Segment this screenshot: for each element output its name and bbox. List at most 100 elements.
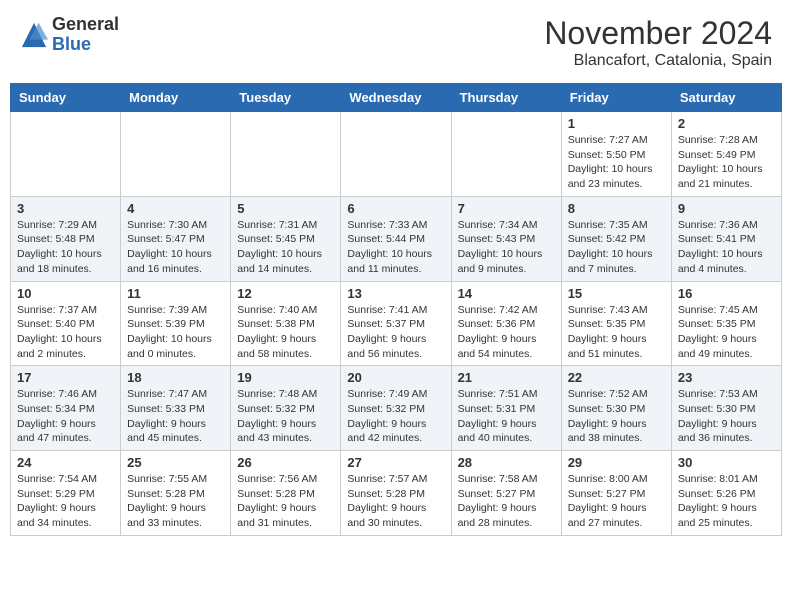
day-info: Sunrise: 7:28 AM Sunset: 5:49 PM Dayligh… [678, 133, 775, 192]
calendar-cell: 9Sunrise: 7:36 AM Sunset: 5:41 PM Daylig… [671, 196, 781, 281]
day-info: Sunrise: 7:58 AM Sunset: 5:27 PM Dayligh… [458, 472, 555, 531]
day-number: 23 [678, 370, 775, 385]
day-info: Sunrise: 7:36 AM Sunset: 5:41 PM Dayligh… [678, 218, 775, 277]
calendar-cell: 18 Sunrise: 7:47 AM Sunset: 5:33 PM Dayli… [121, 366, 231, 451]
calendar-cell: 4 Sunrise: 7:30 AM Sunset: 5:47 PM Daylig… [121, 196, 231, 281]
week-row-4: 17Sunrise: 7:46 AM Sunset: 5:34 PM Dayli… [11, 366, 782, 451]
calendar-cell: 6Sunrise: 7:33 AM Sunset: 5:44 PM Daylig… [341, 196, 451, 281]
calendar-cell: 5 Sunrise: 7:31 AM Sunset: 5:45 PM Daylig… [231, 196, 341, 281]
calendar-cell [121, 112, 231, 197]
day-info: Sunrise: 7:57 AM Sunset: 5:28 PM Dayligh… [347, 472, 444, 531]
day-info: Sunrise: 7:34 AM Sunset: 5:43 PM Dayligh… [458, 218, 555, 277]
day-info: Sunrise: 7:55 AM Sunset: 5:28 PM Dayligh… [127, 472, 224, 531]
day-info: Sunrise: 7:35 AM Sunset: 5:42 PM Dayligh… [568, 218, 665, 277]
day-number: 18 [127, 370, 224, 385]
calendar-cell: 22Sunrise: 7:52 AM Sunset: 5:30 PM Dayli… [561, 366, 671, 451]
month-title: November 2024 [544, 15, 772, 52]
day-info: Sunrise: 7:39 AM Sunset: 5:39 PM Dayligh… [127, 303, 224, 362]
day-number: 15 [568, 286, 665, 301]
logo-blue-text: Blue [52, 35, 119, 55]
day-info: Sunrise: 7:48 AM Sunset: 5:32 PM Dayligh… [237, 387, 334, 446]
day-number: 12 [237, 286, 334, 301]
calendar-cell: 28 Sunrise: 7:58 AM Sunset: 5:27 PM Dayli… [451, 451, 561, 536]
day-number: 24 [17, 455, 114, 470]
header-friday: Friday [561, 84, 671, 112]
day-info: Sunrise: 7:53 AM Sunset: 5:30 PM Dayligh… [678, 387, 775, 446]
day-info: Sunrise: 7:47 AM Sunset: 5:33 PM Dayligh… [127, 387, 224, 446]
week-row-5: 24 Sunrise: 7:54 AM Sunset: 5:29 PM Dayli… [11, 451, 782, 536]
calendar-cell: 10 Sunrise: 7:37 AM Sunset: 5:40 PM Dayli… [11, 281, 121, 366]
logo: General Blue [20, 15, 119, 55]
day-number: 4 [127, 201, 224, 216]
day-number: 28 [458, 455, 555, 470]
day-number: 3 [17, 201, 114, 216]
day-number: 20 [347, 370, 444, 385]
calendar-cell: 19Sunrise: 7:48 AM Sunset: 5:32 PM Dayli… [231, 366, 341, 451]
day-info: Sunrise: 8:00 AM Sunset: 5:27 PM Dayligh… [568, 472, 665, 531]
calendar-cell: 15Sunrise: 7:43 AM Sunset: 5:35 PM Dayli… [561, 281, 671, 366]
title-area: November 2024 Blancafort, Catalonia, Spa… [544, 15, 772, 70]
day-number: 26 [237, 455, 334, 470]
day-number: 8 [568, 201, 665, 216]
calendar-cell: 13Sunrise: 7:41 AM Sunset: 5:37 PM Dayli… [341, 281, 451, 366]
calendar-cell: 20 Sunrise: 7:49 AM Sunset: 5:32 PM Dayli… [341, 366, 451, 451]
day-info: Sunrise: 7:45 AM Sunset: 5:35 PM Dayligh… [678, 303, 775, 362]
header: General Blue November 2024 Blancafort, C… [10, 10, 782, 75]
calendar-cell: 30 Sunrise: 8:01 AM Sunset: 5:26 PM Dayli… [671, 451, 781, 536]
calendar-cell: 27 Sunrise: 7:57 AM Sunset: 5:28 PM Dayli… [341, 451, 451, 536]
calendar-cell: 23 Sunrise: 7:53 AM Sunset: 5:30 PM Dayli… [671, 366, 781, 451]
day-info: Sunrise: 7:46 AM Sunset: 5:34 PM Dayligh… [17, 387, 114, 446]
day-info: Sunrise: 7:30 AM Sunset: 5:47 PM Dayligh… [127, 218, 224, 277]
day-number: 30 [678, 455, 775, 470]
logo-text: General Blue [52, 15, 119, 55]
calendar-cell: 12 Sunrise: 7:40 AM Sunset: 5:38 PM Dayli… [231, 281, 341, 366]
calendar-cell: 29 Sunrise: 8:00 AM Sunset: 5:27 PM Dayli… [561, 451, 671, 536]
day-info: Sunrise: 7:29 AM Sunset: 5:48 PM Dayligh… [17, 218, 114, 277]
day-number: 29 [568, 455, 665, 470]
calendar-cell: 2 Sunrise: 7:28 AM Sunset: 5:49 PM Daylig… [671, 112, 781, 197]
logo-general-text: General [52, 15, 119, 35]
calendar-cell: 1Sunrise: 7:27 AM Sunset: 5:50 PM Daylig… [561, 112, 671, 197]
calendar-cell [11, 112, 121, 197]
day-info: Sunrise: 7:56 AM Sunset: 5:28 PM Dayligh… [237, 472, 334, 531]
calendar-cell: 26 Sunrise: 7:56 AM Sunset: 5:28 PM Dayli… [231, 451, 341, 536]
calendar-header-row: Sunday Monday Tuesday Wednesday Thursday… [11, 84, 782, 112]
calendar-cell: 24 Sunrise: 7:54 AM Sunset: 5:29 PM Dayli… [11, 451, 121, 536]
day-number: 2 [678, 116, 775, 131]
header-thursday: Thursday [451, 84, 561, 112]
day-number: 1 [568, 116, 665, 131]
calendar-cell: 11 Sunrise: 7:39 AM Sunset: 5:39 PM Dayli… [121, 281, 231, 366]
day-number: 27 [347, 455, 444, 470]
calendar-cell [341, 112, 451, 197]
day-info: Sunrise: 7:31 AM Sunset: 5:45 PM Dayligh… [237, 218, 334, 277]
day-number: 10 [17, 286, 114, 301]
header-tuesday: Tuesday [231, 84, 341, 112]
calendar-cell: 25Sunrise: 7:55 AM Sunset: 5:28 PM Dayli… [121, 451, 231, 536]
calendar-cell: 16 Sunrise: 7:45 AM Sunset: 5:35 PM Dayli… [671, 281, 781, 366]
week-row-2: 3 Sunrise: 7:29 AM Sunset: 5:48 PM Daylig… [11, 196, 782, 281]
day-number: 16 [678, 286, 775, 301]
calendar-cell: 14 Sunrise: 7:42 AM Sunset: 5:36 PM Dayli… [451, 281, 561, 366]
day-number: 5 [237, 201, 334, 216]
day-info: Sunrise: 7:54 AM Sunset: 5:29 PM Dayligh… [17, 472, 114, 531]
day-number: 11 [127, 286, 224, 301]
day-number: 14 [458, 286, 555, 301]
calendar-cell: 7 Sunrise: 7:34 AM Sunset: 5:43 PM Daylig… [451, 196, 561, 281]
day-info: Sunrise: 7:40 AM Sunset: 5:38 PM Dayligh… [237, 303, 334, 362]
header-monday: Monday [121, 84, 231, 112]
day-info: Sunrise: 7:37 AM Sunset: 5:40 PM Dayligh… [17, 303, 114, 362]
calendar-cell [451, 112, 561, 197]
day-info: Sunrise: 7:52 AM Sunset: 5:30 PM Dayligh… [568, 387, 665, 446]
calendar-cell: 21Sunrise: 7:51 AM Sunset: 5:31 PM Dayli… [451, 366, 561, 451]
day-info: Sunrise: 7:49 AM Sunset: 5:32 PM Dayligh… [347, 387, 444, 446]
day-info: Sunrise: 7:33 AM Sunset: 5:44 PM Dayligh… [347, 218, 444, 277]
header-sunday: Sunday [11, 84, 121, 112]
day-info: Sunrise: 7:51 AM Sunset: 5:31 PM Dayligh… [458, 387, 555, 446]
calendar-cell: 3 Sunrise: 7:29 AM Sunset: 5:48 PM Daylig… [11, 196, 121, 281]
day-info: Sunrise: 7:42 AM Sunset: 5:36 PM Dayligh… [458, 303, 555, 362]
header-wednesday: Wednesday [341, 84, 451, 112]
logo-icon [20, 21, 48, 49]
day-info: Sunrise: 8:01 AM Sunset: 5:26 PM Dayligh… [678, 472, 775, 531]
day-number: 7 [458, 201, 555, 216]
week-row-1: 1Sunrise: 7:27 AM Sunset: 5:50 PM Daylig… [11, 112, 782, 197]
